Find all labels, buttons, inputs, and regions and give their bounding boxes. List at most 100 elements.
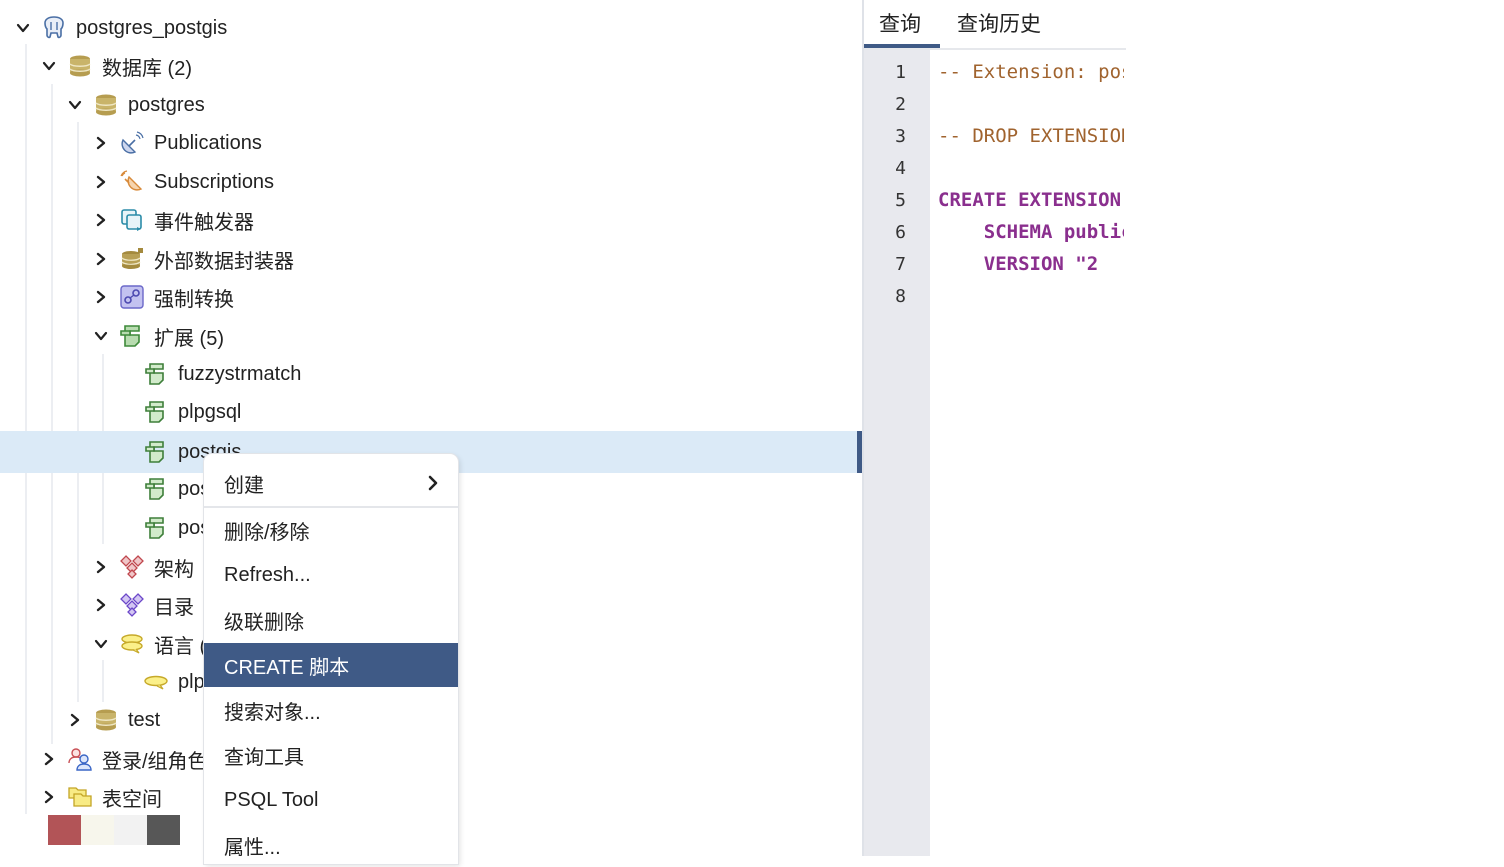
menu-item[interactable]: 创建 (204, 461, 458, 505)
collapse-toggle[interactable] (90, 633, 112, 655)
tree-item-label: postgres_postgis (76, 16, 228, 39)
tree-item[interactable]: fuzzystrmatch (0, 355, 1000, 393)
tree-item-label: Publications (154, 131, 262, 154)
tree-item[interactable]: 目录 (0, 586, 948, 624)
menu-item[interactable]: 查询工具 (204, 733, 458, 777)
chevron-down-icon (68, 100, 82, 110)
schema-icon (118, 553, 146, 581)
tree-item[interactable]: 外部数据封装器 (0, 240, 948, 278)
chevron-down-icon (42, 61, 56, 71)
tree-item-label: postgres (128, 93, 205, 116)
languages-icon (118, 630, 146, 658)
tree-item-label: 扩展 (5) (154, 327, 224, 350)
tree-item-label: 目录 (154, 596, 194, 619)
line-number: 6 (895, 222, 906, 243)
cast-icon (118, 283, 146, 311)
expand-toggle[interactable] (90, 248, 112, 270)
color-swatches (48, 815, 180, 845)
collapse-toggle[interactable] (12, 17, 34, 39)
chevron-down-icon (94, 331, 108, 341)
menu-item-label: Refresh... (224, 563, 311, 586)
tree-item-label: 外部数据封装器 (154, 250, 294, 273)
chevron-right-icon (70, 713, 80, 727)
menu-item[interactable]: 搜索对象... (204, 688, 458, 732)
chevron-right-icon (44, 790, 54, 804)
chevron-right-icon (96, 213, 106, 227)
collapse-toggle[interactable] (90, 325, 112, 347)
extensions-icon (118, 322, 146, 350)
menu-item[interactable]: Refresh... (204, 553, 458, 597)
code-line: -- DROP EXTENSION postgis; (938, 125, 1124, 147)
extension-icon (142, 475, 170, 503)
swatch (48, 815, 81, 845)
code-line: CREATE EXTENSION IF NOT EXISTS postgis (938, 189, 1122, 211)
tree-item-label: 登录/组角色 (102, 750, 208, 773)
menu-item[interactable]: 删除/移除 (204, 508, 458, 552)
swatch (147, 815, 180, 845)
menu-item-label: PSQL Tool (224, 788, 319, 811)
line-number: 1 (895, 62, 906, 83)
tab-query-history[interactable]: 查询历史 (957, 8, 1041, 38)
tree-item-label: 数据库 (2) (102, 57, 192, 80)
extension-icon (142, 438, 170, 466)
menu-item-label: 属性... (224, 836, 281, 859)
tree-item-label: plp (178, 670, 205, 693)
tree-item-label: test (128, 708, 161, 731)
menu-item-label: 级联删除 (224, 611, 304, 634)
menu-item[interactable]: 级联删除 (204, 598, 458, 642)
tree-item[interactable]: pos (0, 470, 1000, 508)
menu-item-label: 创建 (224, 474, 264, 497)
tab-query[interactable]: 查询 (879, 8, 921, 38)
expand-toggle[interactable] (90, 556, 112, 578)
tree-item[interactable]: plpgsql (0, 393, 1000, 431)
tree-item[interactable]: 事件触发器 (0, 201, 948, 239)
event-trigger-icon (118, 206, 146, 234)
tree-item[interactable]: 强制转换 (0, 278, 948, 316)
tree-item[interactable]: postgis (0, 431, 1000, 473)
line-number: 3 (895, 126, 906, 147)
expand-toggle[interactable] (90, 171, 112, 193)
tree-item[interactable]: postgres_postgis (0, 9, 870, 47)
collapse-toggle[interactable] (38, 55, 60, 77)
query-tabs: 查询 查询历史 (864, 0, 1126, 50)
tree-item[interactable]: 数据库 (2) (0, 47, 896, 85)
tree-item[interactable]: 扩展 (5) (0, 317, 948, 355)
databases-icon (66, 52, 94, 80)
collapse-toggle[interactable] (64, 94, 86, 116)
chevron-right-icon (96, 252, 106, 266)
expand-toggle[interactable] (38, 748, 60, 770)
subscription-icon (118, 168, 146, 196)
tree-item-label: 语言 ( (154, 635, 207, 658)
tree-item[interactable]: 架构 (0, 548, 948, 586)
active-tab-indicator (864, 44, 940, 48)
menu-item[interactable]: PSQL Tool (204, 778, 458, 822)
language-icon (142, 668, 170, 696)
extension-icon (142, 398, 170, 426)
tablespaces-icon (66, 783, 94, 811)
tree-item[interactable]: Subscriptions (0, 163, 948, 201)
tree-item[interactable]: plp (0, 663, 1000, 701)
chevron-down-icon (94, 639, 108, 649)
menu-item[interactable]: CREATE 脚本 (204, 643, 458, 687)
extension-icon (142, 514, 170, 542)
swatch (81, 815, 114, 845)
query-panel: 查询 查询历史 1 -- Extension: postgis 2 3 -- DROP … (862, 0, 1126, 856)
menu-item-label: 查询工具 (224, 746, 304, 769)
tree-item[interactable]: 语言 ( (0, 625, 948, 663)
tree-item[interactable]: pos (0, 509, 1000, 547)
tree-item[interactable]: test (0, 701, 922, 739)
menu-item[interactable]: 属性... (204, 823, 458, 867)
tree-item-label: 强制转换 (154, 288, 234, 311)
expand-toggle[interactable] (90, 209, 112, 231)
expand-toggle[interactable] (90, 594, 112, 616)
expand-toggle[interactable] (38, 786, 60, 808)
menu-item-label: CREATE 脚本 (224, 656, 350, 679)
chevron-right-icon (96, 290, 106, 304)
expand-toggle[interactable] (90, 286, 112, 308)
expand-toggle[interactable] (90, 132, 112, 154)
tree-item[interactable]: Publications (0, 124, 948, 162)
tree-item[interactable]: postgres (0, 86, 922, 124)
expand-toggle[interactable] (64, 709, 86, 731)
line-number: 8 (895, 286, 906, 307)
chevron-right-icon (96, 560, 106, 574)
